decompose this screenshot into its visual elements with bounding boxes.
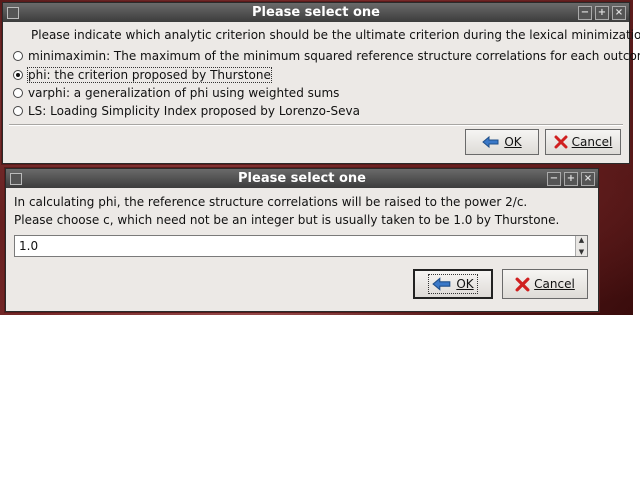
c-value-text: 1.0	[19, 239, 39, 253]
ok-label: OK	[504, 135, 522, 149]
spin-up-icon[interactable]: ▲	[579, 236, 584, 244]
maximize-button[interactable]: +	[595, 6, 609, 20]
cancel-x-icon	[554, 135, 568, 149]
power-dialog-title: Please select one	[238, 171, 366, 186]
window-menu-icon[interactable]	[10, 173, 22, 185]
power-message-line2: Please choose c, which need not be an in…	[14, 213, 560, 227]
power-dialog: Please select one − + × In calculating p…	[5, 168, 599, 312]
power-dialog-titlebar[interactable]: Please select one − + ×	[6, 169, 598, 188]
option-label: LS: Loading Simplicity Index proposed by…	[28, 104, 360, 118]
ok-button[interactable]: OK	[465, 129, 539, 155]
window-menu-icon[interactable]	[7, 7, 19, 19]
divider	[9, 124, 623, 126]
option-varphi[interactable]: varphi: a generalization of phi using we…	[13, 85, 339, 101]
radio-minimaximin[interactable]	[13, 51, 23, 61]
ok-arrow-icon	[482, 135, 499, 149]
spin-down-icon[interactable]: ▼	[579, 248, 584, 256]
minimize-button[interactable]: −	[547, 172, 561, 186]
cancel-button[interactable]: Cancel	[545, 129, 621, 155]
option-phi[interactable]: phi: the criterion proposed by Thurstone	[13, 67, 272, 83]
close-button[interactable]: ×	[581, 172, 595, 186]
radio-ls[interactable]	[13, 106, 23, 116]
cancel-button[interactable]: Cancel	[502, 269, 588, 299]
option-label: varphi: a generalization of phi using we…	[28, 86, 340, 100]
criterion-prompt: Please indicate which analytic criterion…	[31, 28, 640, 42]
option-label: phi: the criterion proposed by Thurstone	[27, 67, 272, 83]
close-button[interactable]: ×	[612, 6, 626, 20]
c-value-spinner[interactable]: ▲ ▼	[575, 236, 587, 256]
criterion-dialog-title: Please select one	[252, 5, 380, 20]
minimize-button[interactable]: −	[578, 6, 592, 20]
radio-phi[interactable]	[13, 70, 23, 80]
option-minimaximin[interactable]: minimaximin: The maximum of the minimum …	[13, 48, 640, 64]
radio-varphi[interactable]	[13, 88, 23, 98]
option-ls[interactable]: LS: Loading Simplicity Index proposed by…	[13, 103, 360, 119]
ok-button[interactable]: OK	[413, 269, 493, 299]
cancel-x-icon	[515, 277, 530, 291]
power-message-line1: In calculating phi, the reference struct…	[14, 195, 528, 209]
cancel-label: Cancel	[534, 277, 575, 291]
criterion-dialog-titlebar[interactable]: Please select one − + ×	[3, 3, 629, 22]
maximize-button[interactable]: +	[564, 172, 578, 186]
ok-label: OK	[456, 277, 474, 291]
criterion-dialog: Please select one − + × Please indicate …	[2, 2, 640, 164]
option-label: minimaximin: The maximum of the minimum …	[28, 49, 640, 63]
cancel-label: Cancel	[571, 135, 613, 149]
c-value-input[interactable]: 1.0 ▲ ▼	[14, 235, 588, 257]
ok-arrow-icon	[432, 277, 451, 291]
